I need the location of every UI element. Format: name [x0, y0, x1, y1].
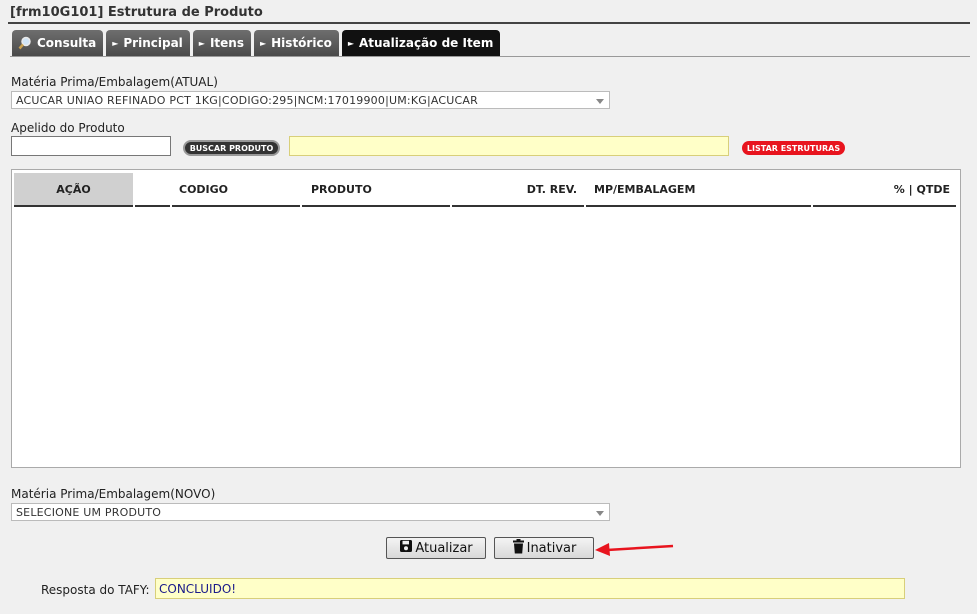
tab-historico[interactable]: ► Histórico [253, 30, 339, 56]
atualizar-label: Atualizar [415, 540, 473, 556]
floppy-disk-icon [399, 539, 413, 557]
tab-itens[interactable]: ► Itens [192, 30, 251, 56]
window-title: [frm10G101] Estrutura de Produto [10, 5, 263, 20]
tab-principal-label: Principal [123, 36, 183, 50]
arrow-right-icon: ► [198, 38, 205, 48]
tab-bar: Consulta ► Principal ► Itens ► Histórico… [12, 30, 501, 56]
estrutura-grid: AÇÃO CODIGO PRODUTO DT. REV. MP/EMBALAGE… [11, 169, 961, 468]
materia-atual-label: Matéria Prima/Embalagem(ATUAL) [11, 75, 218, 89]
apelido-input[interactable] [11, 136, 171, 156]
column-divider [14, 205, 133, 207]
column-header-acao[interactable]: AÇÃO [14, 173, 133, 205]
column-header-dt-rev[interactable]: DT. REV. [452, 173, 577, 205]
column-header-mp-embalagem[interactable]: MP/EMBALAGEM [594, 173, 809, 205]
column-header-qtde[interactable]: % | QTDE [812, 173, 950, 205]
column-divider [135, 205, 170, 207]
tab-principal[interactable]: ► Principal [106, 30, 190, 56]
resposta-label: Resposta do TAFY: [41, 583, 150, 597]
resposta-field[interactable]: CONCLUIDO! [155, 578, 905, 599]
chevron-down-icon [596, 99, 604, 104]
buscar-produto-button[interactable]: BUSCAR PRODUTO [183, 140, 280, 156]
column-divider [452, 205, 584, 207]
listar-estruturas-button[interactable]: LISTAR ESTRUTURAS [742, 141, 845, 155]
column-divider [813, 205, 956, 207]
produto-result-field[interactable] [289, 136, 729, 156]
atualizar-button[interactable]: Atualizar [386, 537, 486, 559]
tab-atualizacao-label: Atualização de Item [358, 36, 494, 50]
column-header-produto[interactable]: PRODUTO [311, 173, 451, 205]
tab-itens-label: Itens [209, 36, 244, 50]
arrow-right-icon: ► [259, 38, 267, 48]
inativar-label: Inativar [526, 540, 577, 556]
tab-consulta[interactable]: Consulta [12, 30, 104, 56]
column-divider [586, 205, 811, 207]
materia-atual-value: ACUCAR UNIAO REFINADO PCT 1KG|CODIGO:295… [16, 94, 478, 107]
arrow-right-icon: ► [112, 38, 119, 48]
column-divider [172, 205, 300, 207]
arrow-right-icon: ► [347, 38, 354, 48]
materia-atual-select[interactable]: ACUCAR UNIAO REFINADO PCT 1KG|CODIGO:295… [11, 91, 610, 109]
column-header-codigo[interactable]: CODIGO [179, 173, 299, 205]
tab-consulta-label: Consulta [37, 36, 97, 50]
column-divider [302, 205, 450, 207]
title-divider [8, 22, 970, 24]
trash-icon [512, 538, 525, 558]
magnifier-icon [18, 36, 32, 50]
tab-historico-label: Histórico [271, 36, 332, 50]
tab-atualizacao-de-item[interactable]: ► Atualização de Item [341, 30, 501, 56]
apelido-label: Apelido do Produto [11, 121, 125, 135]
red-annotation-arrow [595, 543, 674, 556]
materia-novo-label: Matéria Prima/Embalagem(NOVO) [11, 487, 216, 501]
column-header-blank [135, 173, 170, 205]
materia-novo-value: SELECIONE UM PRODUTO [16, 506, 162, 519]
materia-novo-select[interactable]: SELECIONE UM PRODUTO [11, 503, 610, 521]
tabs-divider [10, 56, 970, 57]
inativar-button[interactable]: Inativar [494, 537, 594, 559]
chevron-down-icon [596, 511, 604, 516]
